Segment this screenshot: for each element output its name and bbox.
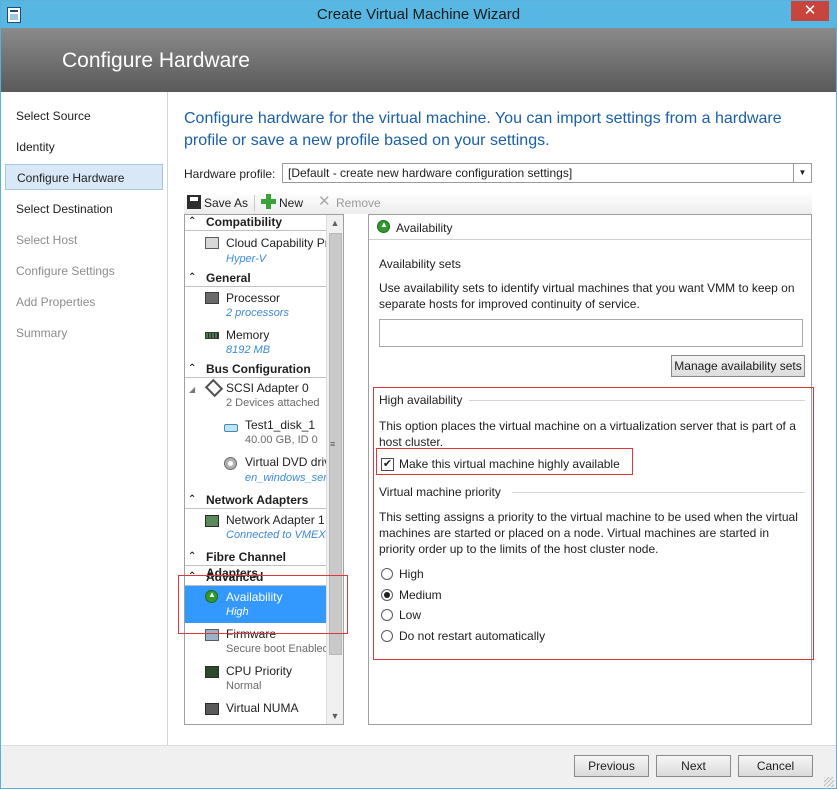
wizard-footer: Previous Next Cancel (1, 745, 836, 788)
expand-icon[interactable]: ◢ (189, 385, 195, 394)
next-button[interactable]: Next (656, 755, 731, 777)
cloud-icon (205, 237, 219, 249)
detail-header: Availability (369, 215, 811, 240)
hardware-toolbar: Save As New ✕ Remove (184, 192, 812, 214)
tree-item-scsi-adapter[interactable]: ◢ SCSI Adapter 0 2 Devices attached (185, 378, 328, 414)
highlight-box-high-availability (373, 387, 814, 660)
hardware-profile-value: [Default - create new hardware configura… (288, 166, 573, 180)
nav-item-select-destination[interactable]: Select Destination (5, 196, 163, 222)
nav-item-select-source[interactable]: Select Source (5, 103, 163, 129)
tree-item-cpu-priority[interactable]: CPU Priority Normal (185, 661, 328, 698)
tree-item-dvd-drive[interactable]: Virtual DVD drive en_windows_ser... (185, 452, 337, 490)
nav-item-configure-settings: Configure Settings (16, 264, 115, 278)
title-bar[interactable]: Create Virtual Machine Wizard ✕ (1, 1, 836, 28)
remove-icon: ✕ (318, 193, 331, 210)
toolbar-separator (254, 195, 255, 211)
detail-title: Availability (396, 221, 453, 235)
chevron-down-icon[interactable]: ▼ (793, 164, 811, 182)
page-banner: Configure Hardware (1, 28, 836, 92)
nav-item-configure-hardware[interactable]: Configure Hardware (5, 164, 163, 190)
collapse-icon: ⌃ (188, 551, 197, 562)
hardware-tree: ⌃ Compatibility Cloud Capability Pr... H… (184, 214, 344, 725)
scroll-up-icon[interactable]: ▲ (327, 215, 343, 231)
wizard-window: Create Virtual Machine Wizard ✕ Configur… (0, 0, 837, 789)
section-general[interactable]: ⌃ General (185, 270, 328, 287)
disk-icon (224, 424, 238, 432)
hardware-profile-label: Hardware profile: (184, 167, 276, 181)
availability-icon (377, 220, 390, 233)
wizard-steps-nav: Select Source Identity Configure Hardwar… (1, 92, 168, 745)
collapse-icon: ⌃ (188, 363, 197, 374)
scroll-down-icon[interactable]: ▼ (327, 708, 343, 724)
remove-button: Remove (336, 196, 381, 210)
processor-icon (205, 292, 219, 304)
collapse-icon: ⌃ (188, 494, 197, 505)
nav-item-add-properties: Add Properties (16, 295, 96, 309)
intro-text: Configure hardware for the virtual machi… (184, 110, 782, 149)
tree-scrollbar[interactable]: ▲ ≡ ▼ (326, 215, 343, 724)
manage-availability-sets-button[interactable]: Manage availability sets (671, 355, 805, 377)
section-fibre-channel[interactable]: ⌃ Fibre Channel Adapters (185, 549, 328, 580)
save-icon (187, 195, 201, 209)
availability-sets-list[interactable] (379, 319, 803, 347)
section-bus-configuration[interactable]: ⌃ Bus Configuration (185, 361, 328, 378)
previous-button[interactable]: Previous (574, 755, 649, 777)
tree-item-memory[interactable]: Memory 8192 MB (185, 325, 328, 363)
collapse-icon: ⌃ (188, 216, 197, 227)
section-network-adapters[interactable]: ⌃ Network Adapters (185, 492, 328, 509)
numa-icon (205, 703, 219, 715)
hardware-profile-dropdown[interactable]: [Default - create new hardware configura… (282, 163, 812, 183)
tree-item-processor[interactable]: Processor 2 processors (185, 287, 328, 324)
save-as-button[interactable]: Save As (204, 194, 248, 212)
availability-sets-title: Availability sets (379, 257, 461, 271)
grip-icon: ≡ (330, 439, 336, 449)
new-button[interactable]: New (279, 194, 303, 212)
highlight-box-availability-item (178, 575, 348, 634)
nav-item-summary: Summary (16, 326, 68, 340)
dvd-icon (224, 457, 237, 470)
highlight-box-checkbox (376, 448, 633, 475)
section-compatibility[interactable]: ⌃ Compatibility (185, 215, 328, 231)
tree-item-network-adapter[interactable]: Network Adapter 1 Connected to VMEX... (185, 509, 335, 546)
nav-item-select-host: Select Host (16, 233, 78, 247)
scsi-icon (204, 378, 224, 398)
tree-item-cloud-capability[interactable]: Cloud Capability Pr... Hyper-V (185, 231, 338, 269)
cpu-priority-icon (205, 666, 219, 678)
close-button[interactable]: ✕ (791, 1, 829, 21)
nav-item-identity[interactable]: Identity (5, 134, 163, 160)
resize-grip-icon[interactable] (824, 777, 834, 787)
tree-item-disk[interactable]: Test1_disk_1 40.00 GB, ID 0 (185, 415, 328, 451)
tree-item-virtual-numa[interactable]: Virtual NUMA (185, 698, 328, 724)
memory-icon (205, 332, 219, 339)
availability-sets-description: Use availability sets to identify virtua… (379, 281, 795, 311)
collapse-icon: ⌃ (188, 272, 197, 283)
page-title: Configure Hardware (62, 49, 250, 72)
add-icon (261, 194, 276, 209)
cancel-button[interactable]: Cancel (738, 755, 813, 777)
network-adapter-icon (205, 515, 219, 527)
window-title: Create Virtual Machine Wizard (316, 6, 521, 23)
